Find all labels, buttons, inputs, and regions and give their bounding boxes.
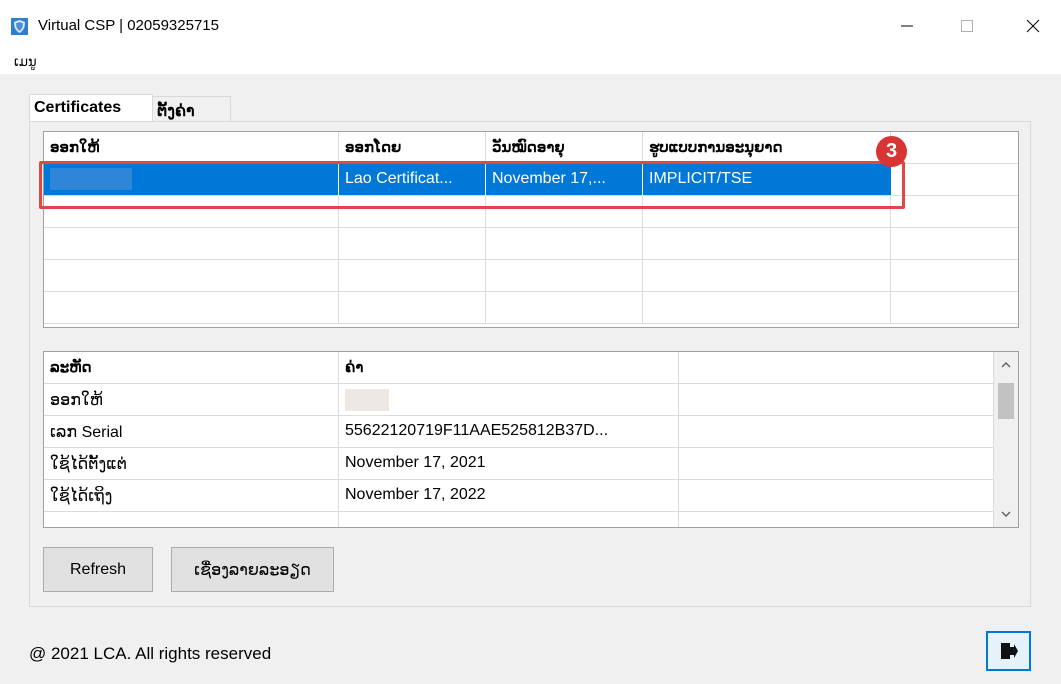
table-row	[44, 292, 1018, 324]
tab-settings[interactable]: ຕັ້ງຄ່າ	[152, 96, 231, 122]
maximize-button[interactable]	[944, 8, 990, 44]
column-header-issued-by[interactable]: ອອກໂດຍ	[339, 132, 486, 164]
hide-details-button[interactable]: ເຊື່ອງລາຍລະອຽດ	[171, 547, 334, 592]
column-header-key[interactable]: ລະຫັດ	[44, 352, 339, 384]
annotation-highlight-box	[39, 161, 905, 209]
close-button[interactable]	[1010, 8, 1056, 44]
table-row[interactable]: ໃຊ້ໄດ້ຕັ້ງແຕ່ November 17, 2021	[44, 448, 994, 480]
detail-key: ໃຊ້ໄດ້ເຖິງ	[44, 480, 339, 512]
scroll-up-button[interactable]	[994, 354, 1018, 376]
maximize-icon	[961, 20, 973, 32]
cell-empty	[891, 164, 1018, 196]
title-bar: Virtual CSP | 02059325715	[0, 0, 1061, 52]
column-header-license[interactable]: ຮູບແບບການອະນຸຍາດ	[643, 132, 891, 164]
column-header-value[interactable]: ຄ່າ	[339, 352, 679, 384]
window-title: Virtual CSP | 02059325715	[38, 17, 219, 34]
column-header-expiry[interactable]: ວັນໝົດອາຍຸ	[486, 132, 643, 164]
minimize-button[interactable]	[884, 8, 930, 44]
detail-value: November 17, 2021	[339, 448, 679, 480]
copyright-text: @ 2021 LCA. All rights reserved	[29, 644, 272, 663]
menu-bar: ເມນູ	[0, 52, 1061, 74]
detail-value: 55622120719F11AAE525812B37D...	[339, 416, 679, 448]
app-window: Virtual CSP | 02059325715 ເມນູ Certifica…	[0, 0, 1061, 684]
detail-value	[339, 384, 679, 416]
table-row	[44, 260, 1018, 292]
close-icon	[1026, 19, 1040, 33]
column-header-issued-to[interactable]: ອອກໃຫ້	[44, 132, 339, 164]
minimize-icon	[901, 25, 913, 27]
exit-door-icon	[1000, 643, 1018, 659]
details-table[interactable]: ລະຫັດ ຄ່າ ອອກໃຫ້ ເລກ Serial 55622120719F…	[43, 351, 1019, 528]
detail-value: November 17, 2022	[339, 480, 679, 512]
details-header: ລະຫັດ ຄ່າ	[44, 352, 994, 384]
app-shield-icon	[11, 18, 28, 35]
chevron-up-icon	[1001, 362, 1011, 368]
table-header: ອອກໃຫ້ ອອກໂດຍ ວັນໝົດອາຍຸ ຮູບແບບການອະນຸຍາ…	[44, 132, 1018, 164]
exit-button[interactable]	[986, 631, 1031, 671]
table-row	[44, 512, 994, 527]
scroll-thumb[interactable]	[998, 383, 1014, 419]
detail-key: ອອກໃຫ້	[44, 384, 339, 416]
column-header-empty	[891, 132, 1018, 164]
scroll-down-button[interactable]	[994, 503, 1018, 525]
detail-key: ໃຊ້ໄດ້ຕັ້ງແຕ່	[44, 448, 339, 480]
chevron-down-icon	[1001, 511, 1011, 517]
table-row[interactable]: ອອກໃຫ້	[44, 384, 994, 416]
detail-key: ເລກ Serial	[44, 416, 339, 448]
table-row[interactable]: ເລກ Serial 55622120719F11AAE525812B37D..…	[44, 416, 994, 448]
table-row[interactable]: ໃຊ້ໄດ້ເຖິງ November 17, 2022	[44, 480, 994, 512]
details-scrollbar[interactable]	[994, 352, 1018, 527]
refresh-button[interactable]: Refresh	[43, 547, 153, 592]
redacted-value	[345, 389, 389, 411]
tab-certificates[interactable]: Certificates	[29, 94, 153, 122]
annotation-step-badge: 3	[876, 136, 907, 167]
menu-item-main[interactable]: ເມນູ	[14, 55, 37, 70]
table-row	[44, 228, 1018, 260]
